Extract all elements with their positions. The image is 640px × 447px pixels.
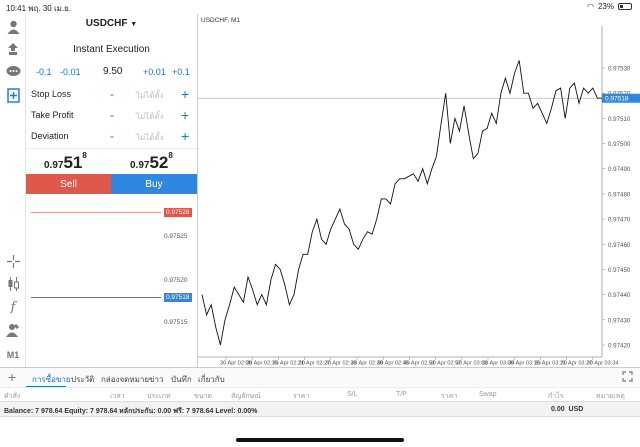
y-tick-label: 0.97460 bbox=[608, 242, 631, 249]
terminal-tabs: + การซื้อขาย ประวัติ กล่องจดหมาย ข่าว บั… bbox=[0, 367, 640, 388]
chart-title: USDCHF, M1 bbox=[201, 17, 240, 24]
y-tick-label: 0.97440 bbox=[608, 292, 631, 299]
tab-history[interactable]: ประวัติ bbox=[71, 373, 94, 386]
total-profit: 0.00 USD bbox=[551, 406, 584, 413]
column-header: S/L bbox=[347, 391, 358, 398]
deviation-label: Deviation bbox=[31, 131, 69, 141]
ask-level-line bbox=[31, 212, 161, 213]
balance-summary: Balance: 7 978.64 Equity: 7 978.64 หลักป… bbox=[4, 408, 258, 415]
execution-mode[interactable]: Instant Execution bbox=[26, 44, 197, 55]
sell-button[interactable]: Sell bbox=[26, 174, 111, 194]
positions-header: คำสั่ง เวลา ประเภท ขนาด สัญลักษณ์ ราคา S… bbox=[0, 387, 640, 401]
deviation-field[interactable]: ไม่ได้ตั้ง bbox=[136, 131, 164, 144]
volume-value[interactable]: 9.50 bbox=[103, 66, 122, 77]
buy-price: 0.97528 bbox=[130, 151, 173, 172]
stop-loss-row: Stop Loss - ไม่ได้ตั้ง + bbox=[26, 86, 197, 102]
stop-loss-label: Stop Loss bbox=[31, 89, 72, 99]
stop-loss-minus-button[interactable]: - bbox=[110, 87, 114, 101]
account-icon[interactable] bbox=[4, 18, 22, 36]
take-profit-minus-button[interactable]: - bbox=[110, 108, 114, 122]
timeframe-button[interactable]: M1 bbox=[4, 346, 22, 364]
tab-trade[interactable]: การซื้อขาย bbox=[32, 373, 71, 386]
volume-minus-0.01[interactable]: -0.01 bbox=[60, 67, 81, 77]
symbol-selector[interactable]: USDCHF ▼ bbox=[26, 18, 197, 29]
sell-price: 0.97518 bbox=[44, 151, 87, 172]
volume-minus-0.1[interactable]: -0.1 bbox=[36, 67, 52, 77]
battery-icon bbox=[618, 3, 632, 10]
take-profit-field[interactable]: ไม่ได้ตั้ง bbox=[136, 110, 164, 123]
take-profit-plus-button[interactable]: + bbox=[181, 107, 189, 123]
price-row: 0.97518 0.97528 bbox=[26, 148, 197, 174]
y-tick-label: 0.97510 bbox=[608, 116, 631, 123]
status-date: พฤ. 30 เม.ย. bbox=[28, 4, 72, 13]
chart-canvas: USDCHF, M1 0.975300.975200.975100.975000… bbox=[198, 17, 640, 367]
wifi-icon: ◠ bbox=[587, 2, 594, 11]
bid-price-tag: 0.97518 bbox=[164, 293, 192, 302]
volume-row: -0.1 -0.01 9.50 +0.01 +0.1 bbox=[26, 66, 197, 81]
indicator-icon[interactable]: f bbox=[4, 298, 22, 316]
left-toolbar: f M1 bbox=[0, 14, 26, 367]
y-tick-label: 0.97530 bbox=[608, 66, 631, 73]
balance-bar: Balance: 7 978.64 Equity: 7 978.64 หลักป… bbox=[0, 401, 640, 417]
order-panel: USDCHF ▼ Instant Execution -0.1 -0.01 9.… bbox=[26, 14, 197, 367]
column-header: Swap bbox=[479, 391, 497, 398]
mini-price-label: 0.97520 bbox=[164, 277, 188, 284]
home-indicator bbox=[236, 438, 404, 442]
tab-about[interactable]: เกี่ยวกับ bbox=[198, 373, 225, 386]
tab-mailbox[interactable]: กล่องจดหมาย bbox=[101, 373, 149, 386]
y-tick-label: 0.97490 bbox=[608, 166, 631, 173]
tab-news[interactable]: ข่าว bbox=[149, 373, 163, 386]
mini-price-label: 0.97515 bbox=[164, 319, 188, 326]
add-icon[interactable]: + bbox=[8, 369, 16, 385]
bid-level-line bbox=[31, 297, 161, 298]
chat-icon[interactable] bbox=[4, 62, 22, 80]
volume-plus-0.1[interactable]: +0.1 bbox=[172, 67, 190, 77]
price-chart[interactable]: USDCHF, M1 0.975300.975200.975100.975000… bbox=[197, 14, 640, 367]
take-profit-row: Take Profit - ไม่ได้ตั้ง + bbox=[26, 107, 197, 123]
take-profit-label: Take Profit bbox=[31, 110, 74, 120]
y-tick-label: 0.97420 bbox=[608, 343, 631, 350]
price-series-line bbox=[201, 60, 602, 346]
column-header: T/P bbox=[396, 391, 407, 398]
deviation-minus-button[interactable]: - bbox=[110, 129, 114, 143]
symbol-name: USDCHF bbox=[85, 18, 128, 29]
tab-journal[interactable]: บันทึก bbox=[171, 373, 192, 386]
y-tick-label: 0.97430 bbox=[608, 317, 631, 324]
stop-loss-field[interactable]: ไม่ได้ตั้ง bbox=[136, 89, 164, 102]
objects-icon[interactable] bbox=[4, 321, 22, 339]
buy-button[interactable]: Buy bbox=[111, 174, 197, 194]
mini-price-label: 0.97525 bbox=[164, 233, 188, 240]
stop-loss-plus-button[interactable]: + bbox=[181, 86, 189, 102]
ask-price-tag: 0.97528 bbox=[164, 208, 192, 217]
status-time: 10:41 bbox=[6, 4, 27, 13]
y-tick-label: 0.97500 bbox=[608, 141, 631, 148]
candles-icon[interactable] bbox=[4, 275, 22, 293]
y-tick-label: 0.97480 bbox=[608, 191, 631, 198]
new-order-icon[interactable] bbox=[4, 86, 22, 104]
volume-plus-0.01[interactable]: +0.01 bbox=[143, 67, 166, 77]
status-bar: 10:41 พฤ. 30 เม.ย. ◠ 23% bbox=[0, 0, 640, 14]
deviation-plus-button[interactable]: + bbox=[181, 128, 189, 144]
x-tick-label: 30 Apr 03:34 bbox=[587, 361, 619, 367]
crosshair-icon[interactable] bbox=[4, 252, 22, 270]
y-tick-label: 0.97450 bbox=[608, 267, 631, 274]
expand-icon[interactable] bbox=[622, 371, 633, 384]
chevron-down-icon: ▼ bbox=[130, 21, 138, 28]
battery-percent: 23% bbox=[597, 2, 614, 11]
y-tick-label: 0.97470 bbox=[608, 217, 631, 224]
signal-icon[interactable] bbox=[4, 40, 22, 58]
chart-price-tag: 0.97518 bbox=[605, 96, 629, 103]
deviation-row: Deviation - ไม่ได้ตั้ง + bbox=[26, 128, 197, 144]
